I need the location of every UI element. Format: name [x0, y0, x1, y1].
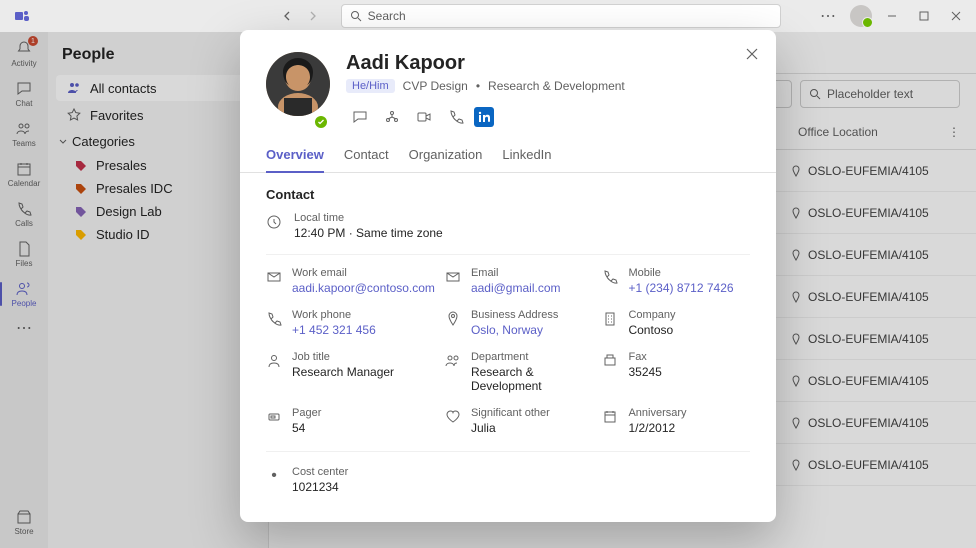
- field-label: Business Address: [471, 309, 558, 321]
- field-company: Company Contoso: [602, 309, 750, 337]
- person-icon: [266, 353, 282, 369]
- user-avatar[interactable]: [850, 5, 872, 27]
- phone-icon: [602, 269, 618, 285]
- video-action-button[interactable]: [410, 103, 438, 131]
- field-label: Job title: [292, 351, 394, 363]
- window-maximize-button[interactable]: [912, 4, 936, 28]
- field-value[interactable]: aadi@gmail.com: [471, 281, 561, 295]
- nav-back-button[interactable]: [276, 4, 300, 28]
- meta-separator: •: [476, 79, 480, 93]
- search-icon: [350, 10, 362, 22]
- location-icon: [445, 311, 461, 327]
- tab-organization[interactable]: Organization: [409, 147, 483, 172]
- field-email: Email aadi@gmail.com: [445, 267, 593, 295]
- local-time-value: 12:40 PM · Same time zone: [294, 226, 443, 240]
- field-value: 1/2/2012: [628, 421, 686, 435]
- mail-icon: [445, 269, 461, 285]
- field-value: 54: [292, 421, 321, 435]
- titlebar: Search ⋯: [0, 0, 976, 32]
- profile-card-modal: Aadi Kapoor He/Him CVP Design • Research…: [240, 30, 776, 522]
- field-pager: Pager 54: [266, 407, 435, 435]
- phone-icon: [266, 311, 282, 327]
- field-anniversary: Anniversary 1/2/2012: [602, 407, 750, 435]
- fax-icon: [602, 353, 618, 369]
- window-close-button[interactable]: [944, 4, 968, 28]
- more-button[interactable]: ⋯: [814, 6, 842, 26]
- field-label: Department: [471, 351, 593, 363]
- call-action-button[interactable]: [442, 103, 470, 131]
- heart-icon: [445, 409, 461, 425]
- pronoun-badge: He/Him: [346, 79, 395, 93]
- chat-action-button[interactable]: [346, 103, 374, 131]
- field-work-phone: Work phone +1 452 321 456: [266, 309, 435, 337]
- dot-icon: •: [266, 468, 282, 484]
- field-label: Work email: [292, 267, 435, 279]
- field-value: Research Manager: [292, 365, 394, 379]
- linkedin-action-button[interactable]: [474, 107, 494, 127]
- cost-center-section: • Cost center 1021234: [266, 451, 750, 494]
- mail-icon: [266, 269, 282, 285]
- nav-forward-button[interactable]: [300, 4, 324, 28]
- field-label: Anniversary: [628, 407, 686, 419]
- org-action-button[interactable]: [378, 103, 406, 131]
- field-label: Email: [471, 267, 561, 279]
- presence-available-icon: [313, 114, 329, 130]
- section-contact-title: Contact: [266, 187, 750, 202]
- calendar-icon: [602, 409, 618, 425]
- field-label: Pager: [292, 407, 321, 419]
- profile-title: CVP Design: [403, 79, 468, 93]
- field-label: Fax: [628, 351, 661, 363]
- field-fax: Fax 35245: [602, 351, 750, 393]
- field-cost-center: • Cost center 1021234: [266, 466, 750, 494]
- field-significant-other: Significant other Julia: [445, 407, 593, 435]
- tab-overview[interactable]: Overview: [266, 147, 324, 172]
- profile-body: Contact Local time 12:40 PM · Same time …: [240, 173, 776, 499]
- field-label: Company: [628, 309, 675, 321]
- search-placeholder: Search: [368, 9, 406, 23]
- pager-icon: [266, 409, 282, 425]
- profile-meta: He/Him CVP Design • Research & Developme…: [346, 79, 750, 93]
- field-value: Julia: [471, 421, 550, 435]
- profile-department: Research & Development: [488, 79, 625, 93]
- profile-tabs: Overview Contact Organization LinkedIn: [240, 147, 776, 173]
- people-icon: [445, 353, 461, 369]
- field-business-address: Business Address Oslo, Norway: [445, 309, 593, 337]
- profile-name: Aadi Kapoor: [346, 52, 750, 75]
- field-mobile: Mobile +1 (234) 8712 7426: [602, 267, 750, 295]
- field-job-title: Job title Research Manager: [266, 351, 435, 393]
- field-value: 35245: [628, 365, 661, 379]
- field-work-email: Work email aadi.kapoor@contoso.com: [266, 267, 435, 295]
- tab-contact[interactable]: Contact: [344, 147, 389, 172]
- field-label: Significant other: [471, 407, 550, 419]
- tab-linkedin[interactable]: LinkedIn: [502, 147, 551, 172]
- local-time-field: Local time 12:40 PM · Same time zone: [266, 212, 750, 255]
- field-value: 1021234: [292, 480, 348, 494]
- modal-header: Aadi Kapoor He/Him CVP Design • Research…: [240, 30, 776, 131]
- global-search-input[interactable]: Search: [341, 4, 781, 28]
- field-department: Department Research & Development: [445, 351, 593, 393]
- field-label: Work phone: [292, 309, 376, 321]
- contact-grid: Work email aadi.kapoor@contoso.com Email a…: [266, 267, 750, 435]
- modal-close-button[interactable]: [740, 42, 764, 66]
- building-icon: [602, 311, 618, 327]
- profile-actions: [346, 103, 750, 131]
- teams-logo-icon: [12, 6, 32, 26]
- field-value: Contoso: [628, 323, 675, 337]
- field-value: Research & Development: [471, 365, 593, 393]
- field-label: Cost center: [292, 466, 348, 478]
- local-time-label: Local time: [294, 212, 443, 224]
- field-label: Mobile: [628, 267, 733, 279]
- field-value[interactable]: Oslo, Norway: [471, 323, 558, 337]
- profile-avatar: [266, 52, 330, 116]
- field-value[interactable]: +1 452 321 456: [292, 323, 376, 337]
- window-minimize-button[interactable]: [880, 4, 904, 28]
- field-value[interactable]: aadi.kapoor@contoso.com: [292, 281, 435, 295]
- field-value[interactable]: +1 (234) 8712 7426: [628, 281, 733, 295]
- clock-icon: [266, 214, 282, 230]
